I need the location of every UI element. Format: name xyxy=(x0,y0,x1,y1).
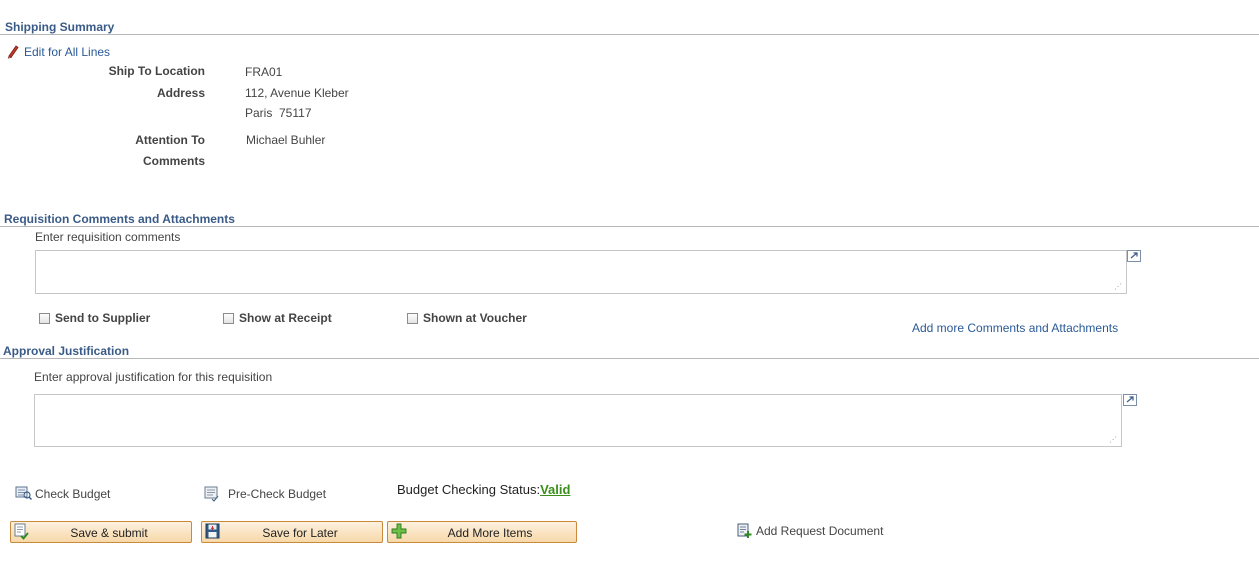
approval-justification-prompt: Enter approval justification for this re… xyxy=(34,370,273,384)
save-for-later-button[interactable]: Save for Later xyxy=(201,521,383,543)
shown-at-voucher-label: Shown at Voucher xyxy=(423,311,527,325)
show-at-receipt-option[interactable]: Show at Receipt xyxy=(223,311,332,325)
add-more-items-label: Add More Items xyxy=(447,526,533,540)
shipping-summary-title: Shipping Summary xyxy=(5,20,115,34)
check-budget-link[interactable]: Check Budget xyxy=(15,486,110,501)
save-submit-button[interactable]: Save & submit xyxy=(10,521,192,543)
budget-status-label: Budget Checking Status: xyxy=(397,482,541,497)
expand-comments-icon[interactable] xyxy=(1127,250,1141,262)
requisition-comments-prompt: Enter requisition comments xyxy=(35,230,181,244)
add-document-icon xyxy=(737,523,752,538)
attention-to-value: Michael Buhler xyxy=(246,133,326,147)
precheck-budget-icon xyxy=(204,486,219,502)
shipping-summary-divider xyxy=(0,34,1259,35)
approval-justification-textarea[interactable] xyxy=(34,394,1122,447)
pencil-icon xyxy=(7,45,19,59)
send-to-supplier-checkbox[interactable] xyxy=(39,312,50,324)
plus-icon xyxy=(391,523,407,539)
expand-justification-icon[interactable] xyxy=(1123,394,1137,406)
attention-to-label: Attention To xyxy=(135,133,205,147)
approval-justification-title: Approval Justification xyxy=(3,344,130,358)
address-label: Address xyxy=(156,86,205,100)
send-to-supplier-label: Send to Supplier xyxy=(55,311,151,325)
approval-justification-divider xyxy=(0,358,1259,359)
budget-status: Budget Checking Status:Valid xyxy=(397,482,570,497)
shown-at-voucher-checkbox[interactable] xyxy=(407,312,418,324)
resize-grip-icon[interactable]: ⋰ xyxy=(1109,436,1117,444)
shown-at-voucher-option[interactable]: Shown at Voucher xyxy=(407,311,527,325)
edit-all-lines-label: Edit for All Lines xyxy=(24,44,111,59)
requisition-comments-textarea[interactable] xyxy=(35,250,1127,294)
requisition-comments-title: Requisition Comments and Attachments xyxy=(4,212,235,226)
ship-to-location-value: FRA01 xyxy=(245,65,283,79)
show-at-receipt-checkbox[interactable] xyxy=(223,312,234,324)
submit-document-icon xyxy=(14,523,29,540)
edit-all-lines-link[interactable]: Edit for All Lines xyxy=(6,44,110,59)
comments-label: Comments xyxy=(142,154,205,168)
show-at-receipt-label: Show at Receipt xyxy=(239,311,332,325)
check-budget-label: Check Budget xyxy=(35,486,111,501)
save-submit-label: Save & submit xyxy=(70,526,148,540)
floppy-disk-icon xyxy=(205,523,220,539)
budget-status-value[interactable]: Valid xyxy=(540,482,570,497)
check-budget-icon xyxy=(15,486,32,500)
add-more-comments-link[interactable]: Add more Comments and Attachments xyxy=(912,321,1118,335)
resize-grip-icon[interactable]: ⋰ xyxy=(1114,283,1122,291)
send-to-supplier-option[interactable]: Send to Supplier xyxy=(39,311,150,325)
address-line1: 112, Avenue Kleber xyxy=(245,86,349,100)
add-request-document-label: Add Request Document xyxy=(756,524,884,538)
add-more-items-button[interactable]: Add More Items xyxy=(387,521,577,543)
add-request-document-link[interactable]: Add Request Document xyxy=(737,523,883,539)
address-line2: Paris 75117 xyxy=(245,106,312,120)
requisition-comments-divider xyxy=(0,226,1259,227)
precheck-budget-label: Pre-Check Budget xyxy=(228,487,327,501)
save-for-later-label: Save for Later xyxy=(262,526,338,540)
ship-to-location-label: Ship To Location xyxy=(108,64,205,78)
precheck-budget-link[interactable]: Pre-Check Budget xyxy=(204,486,326,502)
